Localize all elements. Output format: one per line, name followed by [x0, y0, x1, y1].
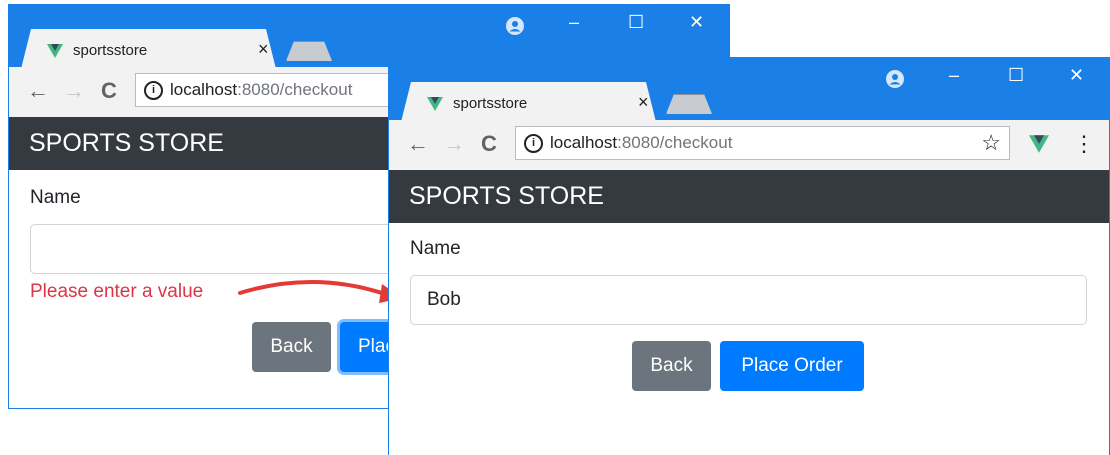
info-icon[interactable]: i — [524, 134, 543, 153]
profile-icon[interactable] — [886, 70, 904, 88]
info-icon[interactable]: i — [144, 81, 163, 100]
browser-window-right: sportsstore × – ☐ ✕ ← → C i localhost:80… — [388, 57, 1110, 455]
browser-tab[interactable]: sportsstore × — [401, 82, 656, 122]
url-host: localhost — [550, 133, 618, 152]
bookmark-star-icon[interactable]: ☆ — [981, 130, 1001, 156]
brand-title: SPORTS STORE — [29, 129, 224, 157]
reload-icon[interactable]: C — [481, 131, 497, 157]
address-bar[interactable]: i localhost:8080/checkout ☆ — [515, 126, 1010, 160]
browser-toolbar: ← → C i localhost:8080/checkout ☆ ⋮ — [389, 120, 1109, 170]
url-path: :8080/checkout — [237, 80, 353, 99]
maximize-icon[interactable]: ☐ — [1008, 65, 1024, 86]
new-tab-button[interactable] — [666, 94, 712, 114]
profile-icon[interactable] — [506, 17, 524, 35]
tab-title: sportsstore — [453, 95, 528, 112]
vue-logo-icon — [47, 44, 63, 58]
vue-logo-icon — [427, 97, 443, 111]
validation-error: Please enter a value — [30, 281, 204, 302]
maximize-icon[interactable]: ☐ — [628, 12, 644, 33]
close-icon[interactable]: ✕ — [689, 12, 704, 33]
forward-arrow-icon[interactable]: → — [63, 78, 85, 104]
address-url: localhost:8080/checkout — [550, 133, 732, 153]
url-path: :8080/checkout — [617, 133, 733, 152]
minimize-icon[interactable]: – — [569, 12, 579, 33]
back-button[interactable]: Back — [632, 341, 711, 391]
minimize-icon[interactable]: – — [949, 65, 959, 86]
new-tab-button[interactable] — [286, 41, 332, 61]
browser-tab[interactable]: sportsstore × — [21, 29, 276, 69]
red-arrow-annotation — [238, 279, 402, 303]
name-label: Name — [30, 187, 81, 208]
tab-close-icon[interactable]: × — [258, 39, 269, 60]
tab-title: sportsstore — [73, 42, 148, 59]
name-label: Name — [410, 238, 461, 259]
title-bar: sportsstore × – ☐ ✕ — [389, 58, 1109, 122]
vue-devtools-icon[interactable] — [1029, 134, 1049, 154]
browser-menu-icon[interactable]: ⋮ — [1073, 131, 1095, 157]
reload-icon[interactable]: C — [101, 78, 117, 104]
name-input[interactable]: Bob — [410, 275, 1087, 325]
back-arrow-icon[interactable]: ← — [407, 131, 429, 157]
back-button[interactable]: Back — [252, 322, 331, 372]
back-arrow-icon[interactable]: ← — [27, 78, 49, 104]
url-host: localhost — [170, 80, 238, 99]
close-icon[interactable]: ✕ — [1069, 65, 1084, 86]
place-order-button[interactable]: Place Order — [720, 341, 864, 391]
tab-close-icon[interactable]: × — [638, 92, 649, 113]
navbar: SPORTS STORE — [389, 170, 1109, 223]
forward-arrow-icon[interactable]: → — [443, 131, 465, 157]
brand-title: SPORTS STORE — [409, 182, 604, 210]
address-url: localhost:8080/checkout — [170, 80, 352, 100]
